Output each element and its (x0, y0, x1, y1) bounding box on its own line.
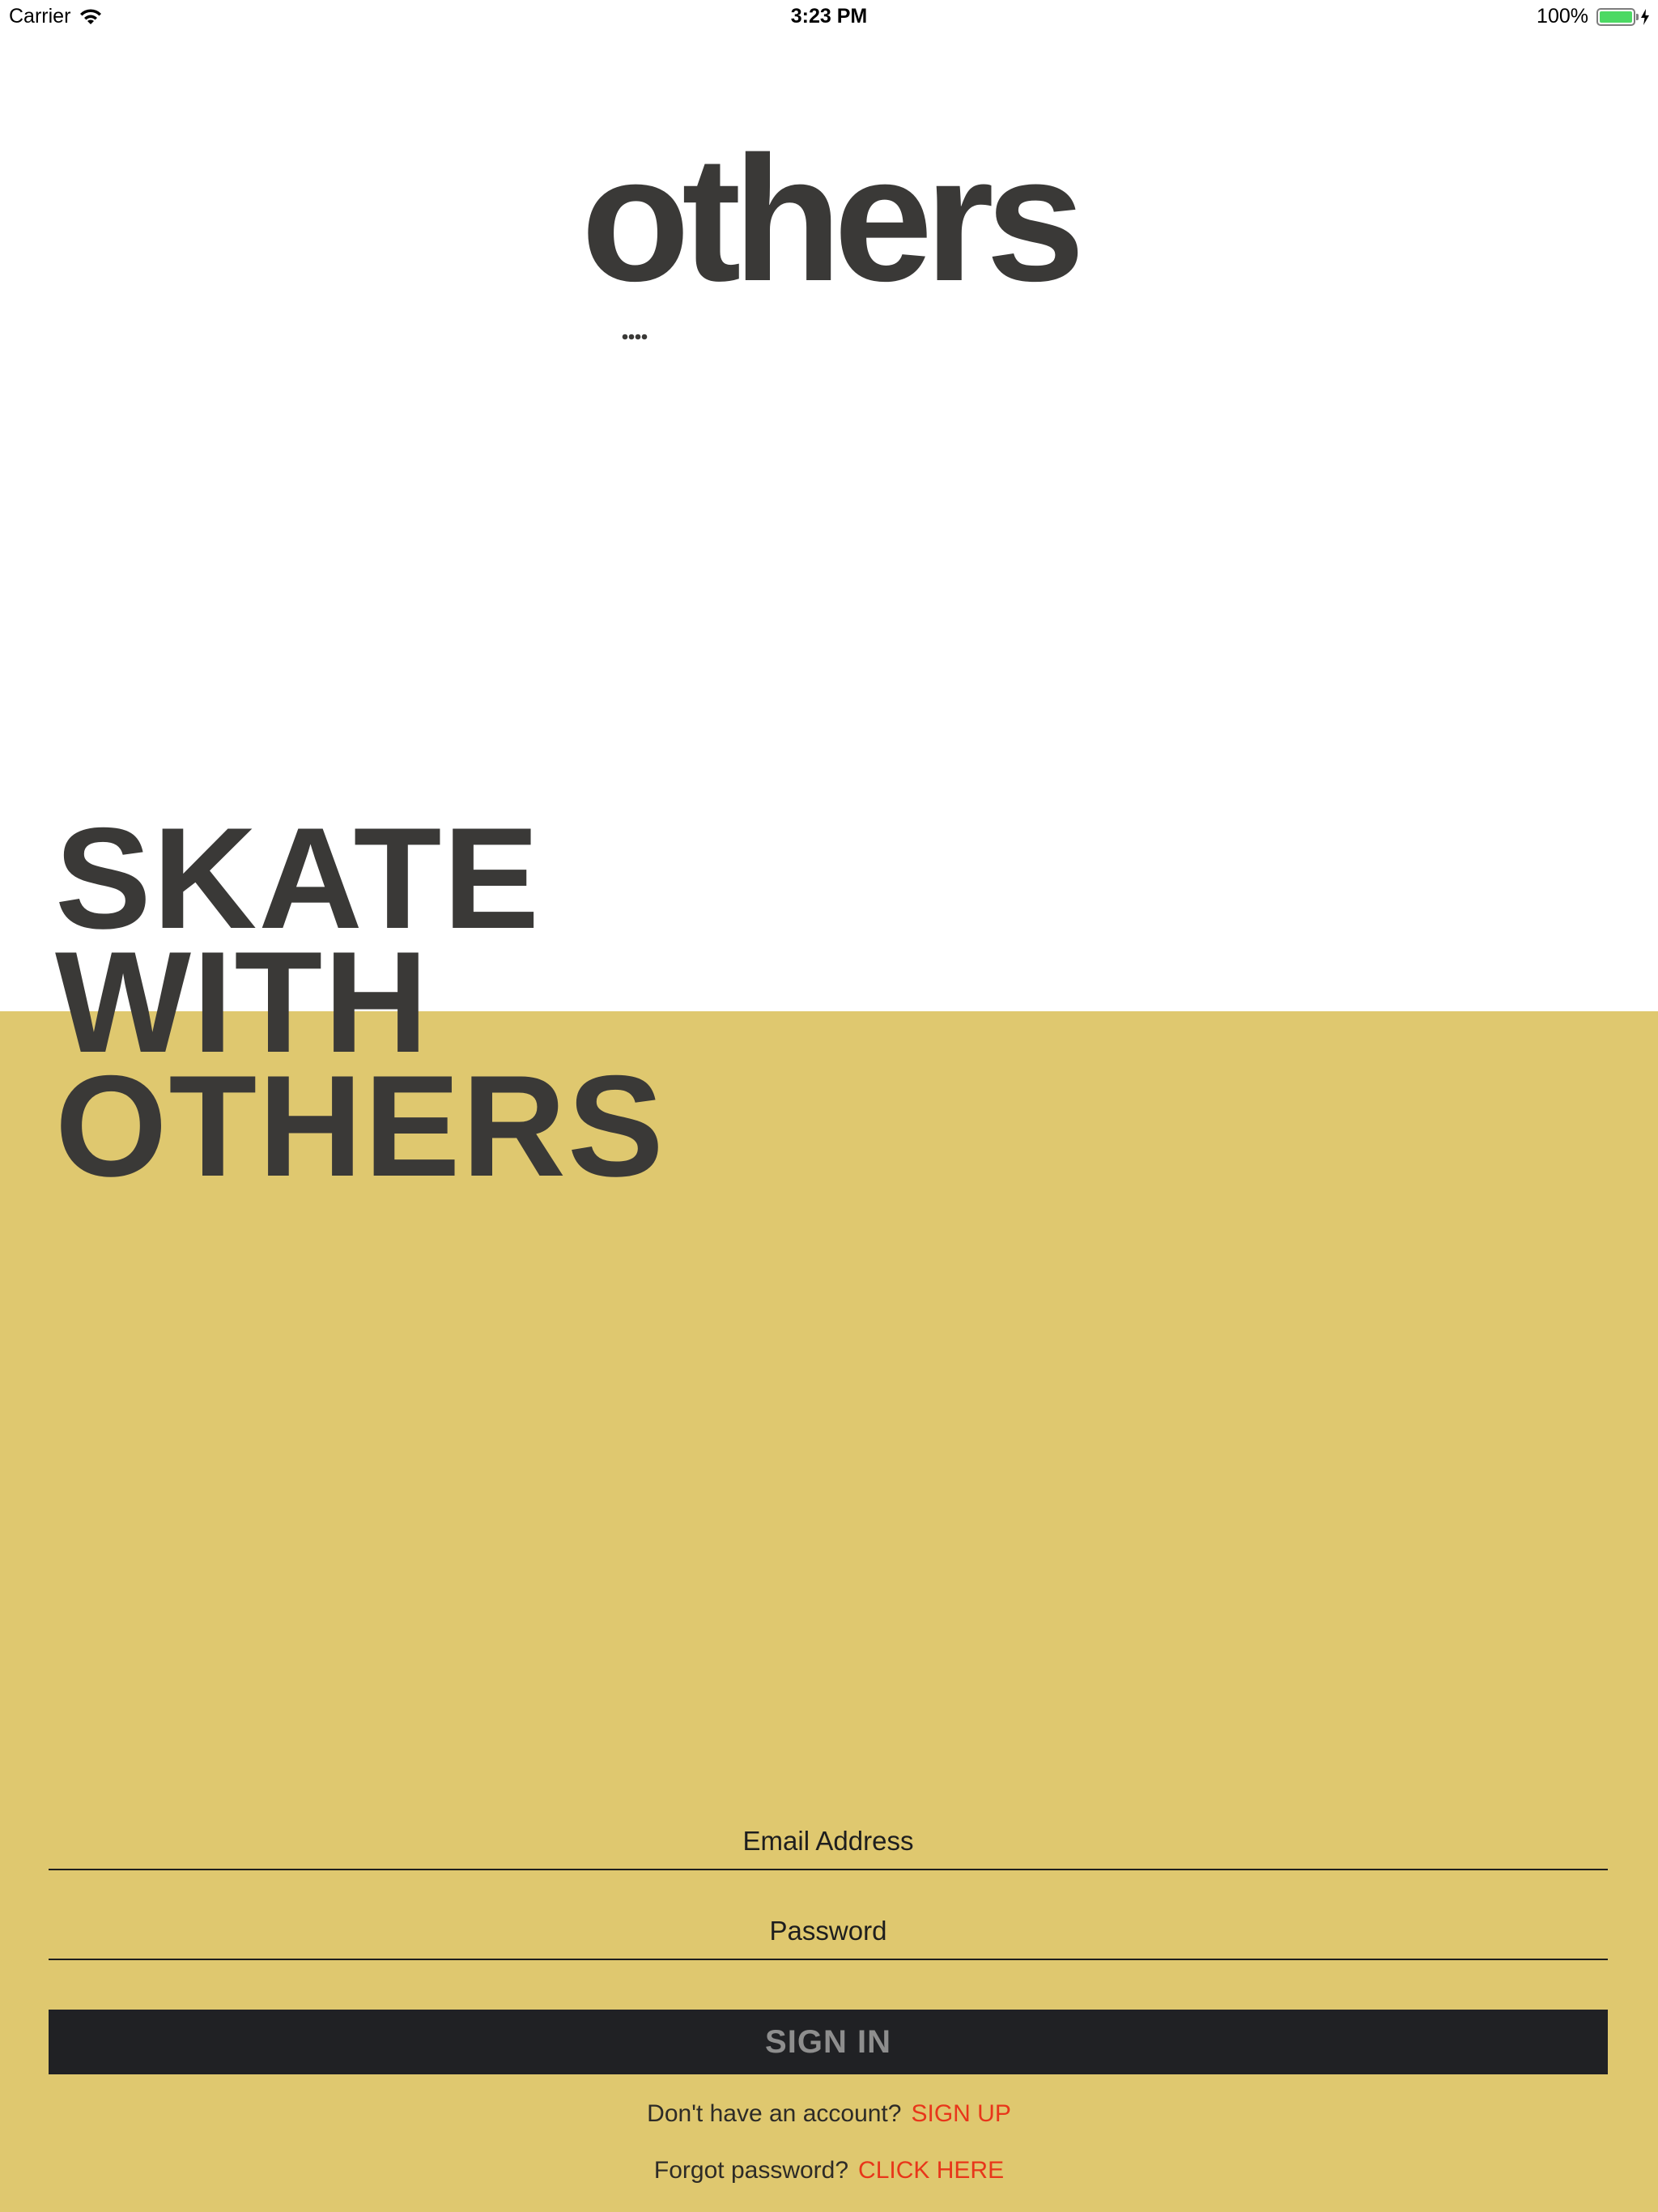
sign-in-button[interactable]: SIGN IN (49, 2010, 1608, 2074)
email-input[interactable] (49, 1814, 1608, 1869)
password-input[interactable] (49, 1904, 1608, 1959)
status-right: 100% (1537, 5, 1650, 28)
forgot-password-link[interactable]: CLICK HERE (858, 2157, 1004, 2184)
forgot-password-text: Forgot password? (653, 2157, 849, 2184)
headline: SKATE WITH OTHERS (55, 806, 665, 1206)
status-time: 3:23 PM (790, 5, 868, 28)
sign-up-link[interactable]: SIGN UP (911, 2100, 1010, 2127)
status-bar: Carrier 3:23 PM 100% (0, 0, 1658, 34)
headline-line-3: OTHERS (55, 1045, 665, 1206)
battery-fill (1600, 11, 1632, 23)
forgot-password-prompt: Forgot password? CLICK HERE (0, 2157, 1658, 2184)
battery-icon (1596, 7, 1639, 26)
battery-percent: 100% (1537, 5, 1588, 28)
signup-prompt-text: Don't have an account? (647, 2100, 902, 2127)
charging-icon (1640, 8, 1650, 26)
chat-bubble-icon (610, 209, 657, 387)
password-field-container (49, 1904, 1608, 1960)
app-logo: others (0, 130, 1658, 356)
email-field-container (49, 1814, 1608, 1870)
signup-prompt: Don't have an account? SIGN UP (0, 2100, 1658, 2128)
